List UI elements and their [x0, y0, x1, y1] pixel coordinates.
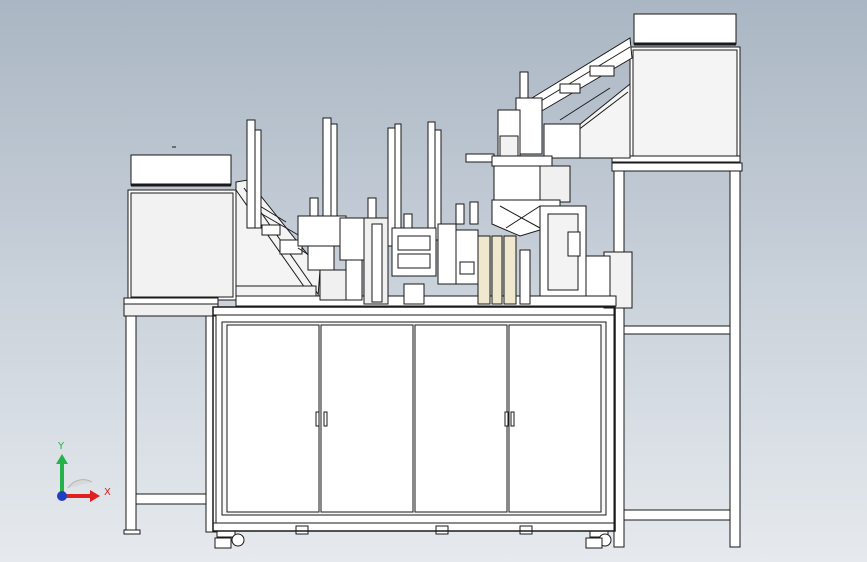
z-axis-dot — [57, 491, 67, 501]
main-cabinet — [212, 306, 616, 549]
y-axis-label: Y — [58, 441, 65, 452]
triad-rotation-arc — [67, 479, 93, 489]
assembly-machine-model[interactable] — [0, 0, 867, 562]
right-feeder-hopper — [611, 13, 741, 163]
x-axis-arrowhead — [90, 490, 100, 502]
left-feeder-hopper — [127, 146, 237, 301]
cad-graphics-viewport[interactable]: X Y — [0, 0, 867, 562]
left-support-frame — [123, 297, 219, 535]
x-axis-label: X — [104, 487, 111, 498]
right-support-frame — [603, 162, 743, 548]
coordinate-triad: X Y — [48, 440, 118, 510]
y-axis-arrowhead — [56, 454, 68, 464]
